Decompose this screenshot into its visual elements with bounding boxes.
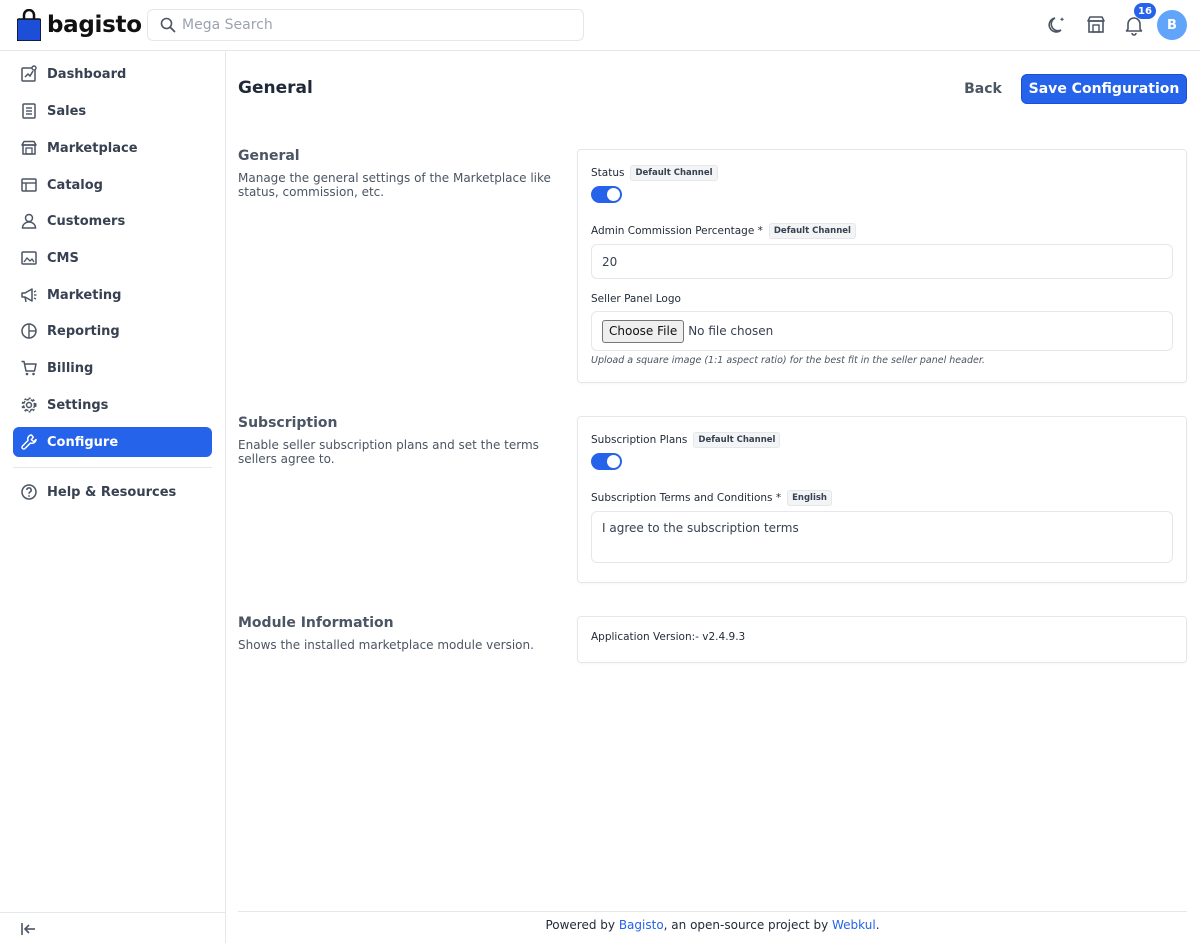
seller-logo-hint: Upload a square image (1:1 aspect ratio)… xyxy=(591,355,985,366)
notification-count-badge: 16 xyxy=(1134,3,1156,19)
sidebar-item-marketplace[interactable]: Marketplace xyxy=(13,133,212,163)
cms-icon xyxy=(19,248,39,268)
back-button[interactable]: Back xyxy=(955,74,1011,104)
brand-logo[interactable]: bagisto xyxy=(17,9,142,41)
module-info-section-description: Shows the installed marketplace module v… xyxy=(238,638,534,652)
sidebar-item-sales[interactable]: Sales xyxy=(13,96,212,126)
pie-chart-icon xyxy=(19,321,39,341)
sidebar-item-cms[interactable]: CMS xyxy=(13,243,212,273)
sidebar-item-catalog[interactable]: Catalog xyxy=(13,170,212,200)
sidebar-item-settings[interactable]: Settings xyxy=(13,390,212,420)
sidebar-divider xyxy=(13,467,212,468)
sidebar-item-configure[interactable]: Configure xyxy=(13,427,212,457)
general-settings-card: Status Default Channel Admin Commission … xyxy=(577,149,1187,383)
save-configuration-button[interactable]: Save Configuration xyxy=(1021,74,1187,104)
sidebar-item-marketing[interactable]: Marketing xyxy=(13,280,212,310)
no-file-chosen-text: No file chosen xyxy=(688,324,774,338)
status-toggle[interactable] xyxy=(591,186,622,203)
subscription-section-title: Subscription xyxy=(238,415,338,431)
megaphone-icon xyxy=(19,285,39,305)
seller-logo-field-label: Seller Panel Logo xyxy=(591,293,681,305)
commission-field-label: Admin Commission Percentage * Default Ch… xyxy=(591,223,856,239)
subscription-plans-toggle[interactable] xyxy=(591,453,622,470)
bagisto-link[interactable]: Bagisto xyxy=(619,918,664,932)
store-icon xyxy=(19,138,39,158)
general-section-description: Manage the general settings of the Marke… xyxy=(238,171,551,199)
sales-icon xyxy=(19,101,39,121)
search-icon xyxy=(160,17,176,33)
gear-icon xyxy=(19,395,39,415)
subscription-terms-field-label: Subscription Terms and Conditions * Engl… xyxy=(591,490,832,506)
top-header: bagisto 16 B xyxy=(0,0,1200,51)
subscription-terms-textarea[interactable]: I agree to the subscription terms xyxy=(591,511,1173,563)
user-icon xyxy=(19,211,39,231)
plans-scope-badge: Default Channel xyxy=(693,432,781,448)
sidebar-item-help[interactable]: Help & Resources xyxy=(13,477,212,507)
subscription-settings-card: Subscription Plans Default Channel Subsc… xyxy=(577,416,1187,583)
footer: Powered by Bagisto, an open-source proje… xyxy=(545,918,880,932)
brand-name: bagisto xyxy=(47,12,142,38)
sidebar-collapse-divider xyxy=(0,912,225,913)
seller-logo-file-input[interactable]: Choose File No file chosen xyxy=(591,311,1173,351)
page-title: General xyxy=(238,78,313,98)
subscription-section-description: Enable seller subscription plans and set… xyxy=(238,438,539,466)
module-info-section-title: Module Information xyxy=(238,615,394,631)
sidebar-item-billing[interactable]: Billing xyxy=(13,353,212,383)
footer-divider xyxy=(238,911,1187,912)
user-avatar[interactable]: B xyxy=(1157,10,1187,40)
dashboard-icon xyxy=(19,64,39,84)
status-scope-badge: Default Channel xyxy=(630,165,718,181)
catalog-icon xyxy=(19,175,39,195)
status-field-label: Status Default Channel xyxy=(591,165,718,181)
sidebar-item-reporting[interactable]: Reporting xyxy=(13,316,212,346)
search-input[interactable] xyxy=(182,17,562,33)
wrench-icon xyxy=(19,432,39,452)
terms-locale-badge: English xyxy=(787,490,832,506)
shopping-bag-icon xyxy=(17,9,41,41)
module-info-card: Application Version:- v2.4.9.3 xyxy=(577,616,1187,663)
help-icon xyxy=(19,482,39,502)
storefront-icon[interactable] xyxy=(1085,14,1107,36)
commission-scope-badge: Default Channel xyxy=(768,223,856,239)
collapse-sidebar-icon[interactable] xyxy=(18,919,38,939)
dark-mode-icon[interactable] xyxy=(1046,14,1068,36)
choose-file-button[interactable]: Choose File xyxy=(602,319,685,343)
sidebar-item-customers[interactable]: Customers xyxy=(13,206,212,236)
mega-search[interactable] xyxy=(147,9,584,41)
sidebar: Dashboard Sales Marketplace Catalog Cust… xyxy=(0,51,226,943)
sidebar-item-dashboard[interactable]: Dashboard xyxy=(13,59,212,89)
webkul-link[interactable]: Webkul xyxy=(832,918,876,932)
commission-input[interactable] xyxy=(591,244,1173,279)
subscription-plans-field-label: Subscription Plans Default Channel xyxy=(591,432,781,448)
application-version-text: Application Version:- v2.4.9.3 xyxy=(591,631,746,643)
cart-icon xyxy=(19,358,39,378)
general-section-title: General xyxy=(238,148,300,164)
